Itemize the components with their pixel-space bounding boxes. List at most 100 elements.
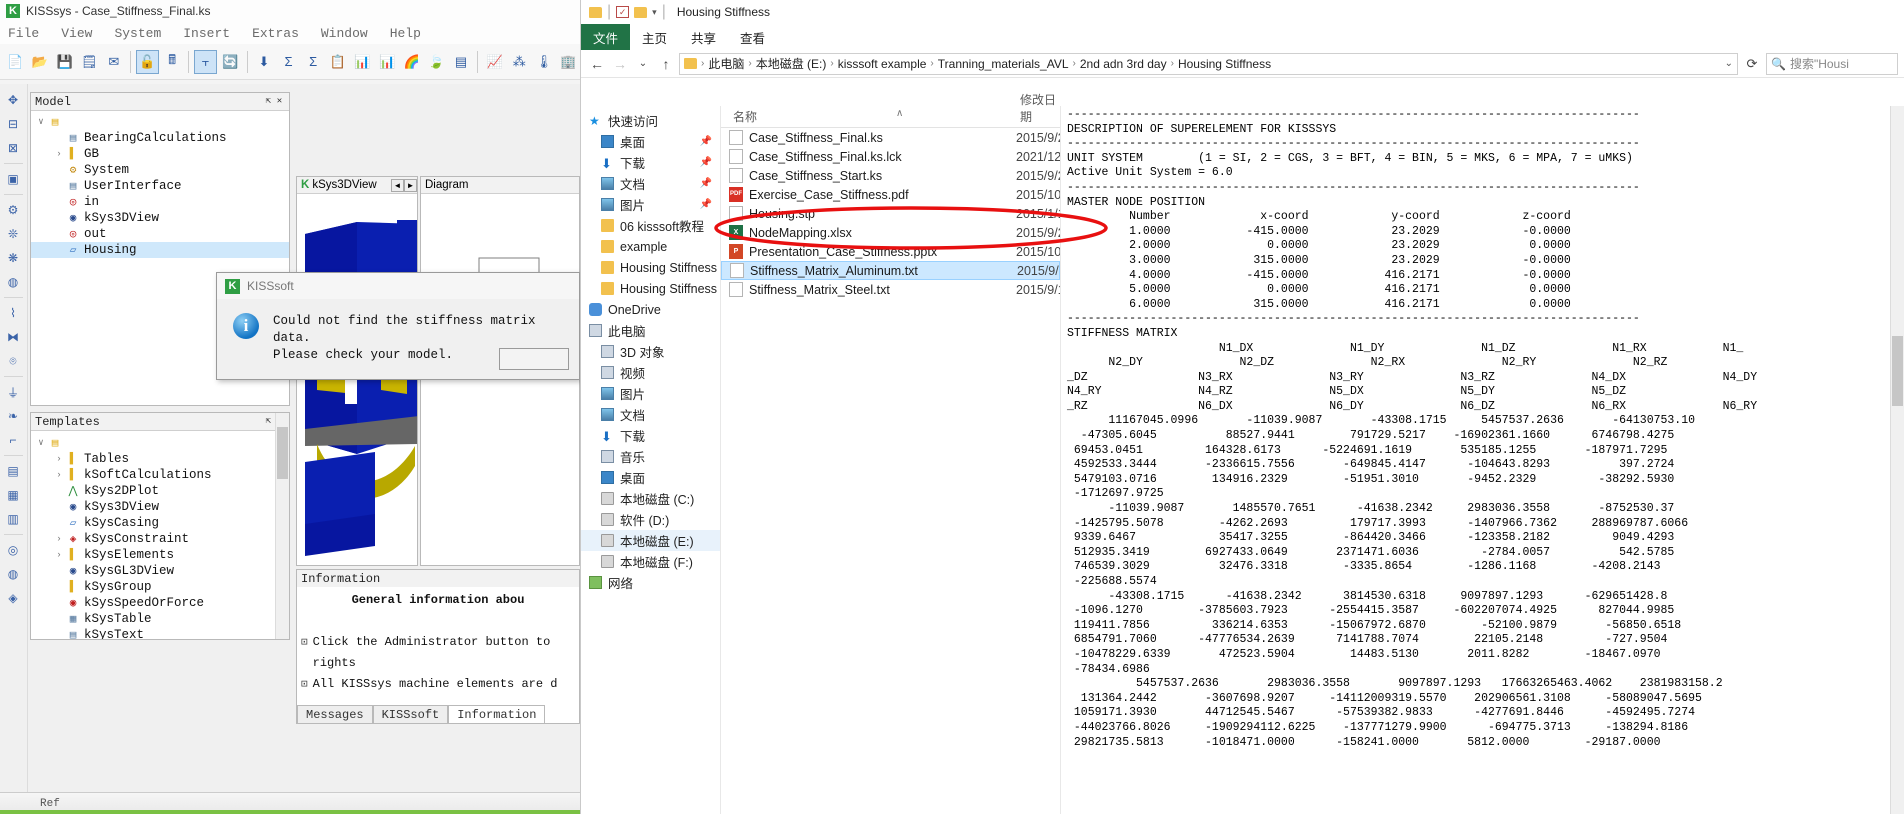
nav-item-OneDrive[interactable]: OneDrive <box>581 299 720 320</box>
tree-item-gb[interactable]: › ▌ GB <box>31 146 289 162</box>
preview-scroll-thumb[interactable] <box>1892 336 1903 406</box>
model-tree[interactable]: ∨ ▤ ▤ BearingCalculations › ▌ GB ⚙ System ▤ UserIn… <box>31 111 289 258</box>
checkmark-icon[interactable]: ✓ <box>616 6 630 18</box>
chart-sum-icon[interactable]: 📊 <box>351 50 374 74</box>
templates-scrollbar[interactable] <box>275 413 289 639</box>
ribbon-tab-file[interactable]: 文件 <box>581 24 631 50</box>
gears-icon[interactable]: ⚙ <box>0 198 26 222</box>
ribbon-tab-share[interactable]: 共享 <box>679 24 728 50</box>
nav-item-3D-对象[interactable]: 3D 对象 <box>581 341 720 362</box>
ksys3dview-tab[interactable]: K kSys3DView <box>297 179 381 191</box>
tree-sum-icon[interactable]: 🍃 <box>425 50 448 74</box>
import-icon[interactable]: ⬇ <box>253 50 276 74</box>
breadcrumb-item-4[interactable]: 2nd adn 3rd day <box>1080 57 1167 71</box>
dialog-ok-button[interactable] <box>499 348 569 370</box>
chevron-right-icon[interactable]: › <box>53 470 65 480</box>
save-icon[interactable]: 💾 <box>53 50 76 74</box>
nav-item-文档[interactable]: 文档 <box>581 404 720 425</box>
tree-item-ksyselements[interactable]: › ▌ kSysElements <box>31 547 276 563</box>
tree-item-bearingcalculations[interactable]: ▤ BearingCalculations <box>31 130 289 146</box>
nav-item-桌面[interactable]: 桌面 📌 <box>581 131 720 152</box>
coupling-icon[interactable]: ⧓ <box>0 325 26 349</box>
nav-item-本地磁盘-(C:)[interactable]: 本地磁盘 (C:) <box>581 488 720 509</box>
nav-item-Housing-Stiffness[interactable]: Housing Stiffness <box>581 257 720 278</box>
nav-item-example[interactable]: example <box>581 236 720 257</box>
forward-button[interactable]: → <box>610 54 630 74</box>
chevron-right-icon[interactable]: › <box>53 149 65 159</box>
tab-scroll-prev-button[interactable]: ◄ <box>391 178 404 192</box>
nav-item-桌面[interactable]: 桌面 <box>581 467 720 488</box>
split-icon[interactable]: ⫟ <box>194 49 217 74</box>
shaft-2-icon[interactable]: ⌾ <box>0 349 26 373</box>
pin-icon[interactable]: 📌 <box>700 178 712 189</box>
open-folder-icon[interactable]: 📂 <box>29 50 52 74</box>
up-button[interactable]: ↑ <box>656 54 676 74</box>
ring-icon[interactable]: ◎ <box>0 538 26 562</box>
calculator-icon[interactable]: 🖩 <box>161 50 184 74</box>
breadcrumb-item-3[interactable]: Tranning_materials_AVL <box>938 57 1069 71</box>
gear-train-icon[interactable]: ❋ <box>0 246 26 270</box>
scatter-icon[interactable]: ⁂ <box>508 50 531 74</box>
tab-information[interactable]: Information <box>448 705 546 723</box>
tree-item-ksystable[interactable]: ▦ kSysTable <box>31 611 276 627</box>
file-row[interactable]: Case_Stiffness_Final.ks 2015/9/23 2 <box>721 128 1060 147</box>
preview-scrollbar[interactable] <box>1890 106 1904 814</box>
address-dropdown-icon[interactable]: ⌄ <box>1725 58 1733 69</box>
menu-file[interactable]: File <box>8 26 39 41</box>
helix-icon[interactable]: ❧ <box>0 404 26 428</box>
breadcrumb-item-1[interactable]: 本地磁盘 (E:) <box>756 55 827 72</box>
navigation-pane[interactable]: ★ 快速访问 桌面 📌 ⬇ 下载 📌 文档 📌 图片 📌 06 kisssoft教程 example Ho… <box>581 106 721 814</box>
file-row[interactable]: P Presentation_Case_Stiffness.pptx 2015/10… <box>721 242 1060 261</box>
ribbon-tab-view[interactable]: 查看 <box>728 24 777 50</box>
folder-icon[interactable] <box>634 6 648 18</box>
pin-icon[interactable]: 📌 <box>700 157 712 168</box>
templates-tree[interactable]: ∨ ▤ › ▌ Tables › ▌ kSoftCalculations ⋀ kSys2DPlot… <box>31 432 276 639</box>
column-header-name[interactable]: 名称 <box>721 108 1016 125</box>
file-row[interactable]: PDF Exercise_Case_Stiffness.pdf 2015/10/5 … <box>721 185 1060 204</box>
roller-bearing-icon[interactable]: ▤ <box>0 459 26 483</box>
nav-item-图片[interactable]: 图片 <box>581 383 720 404</box>
chevron-down-icon[interactable]: ∨ <box>35 117 47 127</box>
tree-item-root[interactable]: ∨ ▤ <box>31 114 289 130</box>
tab-messages[interactable]: Messages <box>297 705 373 723</box>
chevron-down-icon[interactable]: ▾ <box>652 7 657 18</box>
templates-scroll-thumb[interactable] <box>277 427 288 479</box>
nav-item-下载[interactable]: ⬇ 下载 📌 <box>581 152 720 173</box>
tree-item-ksys3dview[interactable]: ◉ kSys3DView <box>31 499 276 515</box>
column-header-date[interactable]: 修改日期 <box>1016 91 1060 125</box>
nav-item-快速访问[interactable]: ★ 快速访问 <box>581 110 720 131</box>
nav-item-下载[interactable]: ⬇ 下载 <box>581 425 720 446</box>
spring-icon[interactable]: ⌇ <box>0 301 26 325</box>
nav-item-06-kisssoft教程[interactable]: 06 kisssoft教程 <box>581 215 720 236</box>
diagram-tab[interactable]: Diagram <box>421 179 472 191</box>
file-list-pane[interactable]: 名称 修改日期 ∧ Case_Stiffness_Final.ks 2015/9/… <box>721 93 1061 814</box>
menu-extras[interactable]: Extras <box>252 26 299 41</box>
chart-line-icon[interactable]: 📈 <box>483 50 506 74</box>
ribbon-tab-home[interactable]: 主页 <box>630 24 679 50</box>
tree-item-ksysspeedorforce[interactable]: ◉ kSysSpeedOrForce <box>31 595 276 611</box>
nav-item-本地磁盘-(F:)[interactable]: 本地磁盘 (F:) <box>581 551 720 572</box>
tree-item-in[interactable]: ◎ in <box>31 194 289 210</box>
script-icon[interactable]: 🗒 <box>78 50 101 74</box>
menu-system[interactable]: System <box>114 26 161 41</box>
new-file-icon[interactable]: 📄 <box>4 50 27 74</box>
recent-locations-button[interactable]: ⌄ <box>633 54 653 74</box>
file-row[interactable]: X NodeMapping.xlsx 2015/9/23 1 <box>721 223 1060 242</box>
nav-item-Housing-Stiffness[interactable]: Housing Stiffness <box>581 278 720 299</box>
tree-item-tables[interactable]: › ▌ Tables <box>31 451 276 467</box>
connection-icon[interactable]: ⊠ <box>0 136 26 160</box>
address-bar[interactable]: › 此电脑 › 本地磁盘 (E:) › kisssoft example › T… <box>679 52 1738 75</box>
tab-kisssoft[interactable]: KISSsoft <box>372 705 449 723</box>
nav-item-图片[interactable]: 图片 📌 <box>581 194 720 215</box>
housing-icon[interactable]: ◍ <box>0 562 26 586</box>
pin-icon[interactable]: 📌 <box>700 199 712 210</box>
bearing-icon[interactable]: ⊟ <box>0 112 26 136</box>
file-preview-pane[interactable]: ----------------------------------------… <box>1061 106 1904 814</box>
misc-icon[interactable]: ◈ <box>0 586 26 610</box>
gear-pair-icon[interactable]: ❊ <box>0 222 26 246</box>
unlock-icon[interactable]: 🔓 <box>136 49 159 74</box>
cube-icon[interactable]: ▣ <box>0 167 26 191</box>
tree-item-ksysgl3dview[interactable]: ◉ kSysGL3DView <box>31 563 276 579</box>
breadcrumb-item-2[interactable]: kisssoft example <box>838 57 927 71</box>
tree-item-system[interactable]: ⚙ System <box>31 162 289 178</box>
